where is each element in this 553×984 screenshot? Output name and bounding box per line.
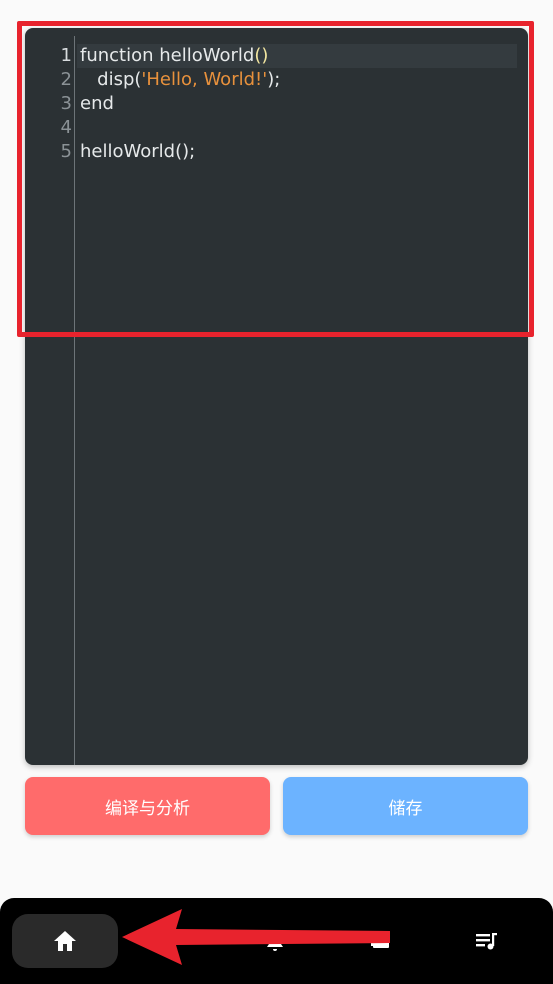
annotation-arrow bbox=[122, 909, 390, 965]
home-icon bbox=[54, 931, 76, 951]
compile-analyze-button[interactable]: 编译与分析 bbox=[25, 777, 270, 835]
annotation-highlight-box bbox=[17, 21, 534, 337]
save-button[interactable]: 储存 bbox=[283, 777, 528, 835]
app-page: 1 function helloWorld() 2 disp('Hello, W… bbox=[0, 0, 553, 984]
playlist-icon bbox=[476, 933, 497, 950]
nav-item-playlist[interactable] bbox=[434, 914, 540, 968]
nav-item-home[interactable] bbox=[12, 914, 118, 968]
